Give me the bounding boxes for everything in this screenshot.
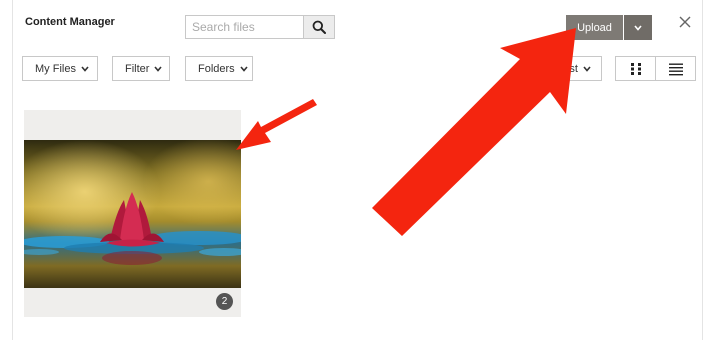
chevron-down-icon xyxy=(154,65,163,72)
sort-label: rst xyxy=(565,62,578,75)
upload-button[interactable]: Upload xyxy=(566,15,623,40)
folders-dropdown[interactable]: Folders xyxy=(185,56,253,81)
close-icon xyxy=(679,16,691,28)
search-box xyxy=(185,15,335,39)
file-count-badge: 2 xyxy=(216,293,233,310)
upload-options-button[interactable] xyxy=(624,15,652,40)
chevron-down-icon xyxy=(81,65,89,72)
my-files-dropdown[interactable]: My Files xyxy=(22,56,98,81)
search-icon xyxy=(312,20,326,34)
file-card[interactable]: 2 xyxy=(24,110,241,317)
my-files-label: My Files xyxy=(35,62,76,75)
chevron-down-icon xyxy=(240,65,248,72)
filter-label: Filter xyxy=(125,62,150,75)
upload-split-button: Upload xyxy=(566,15,652,40)
search-button[interactable] xyxy=(303,16,334,38)
grid-view-button[interactable] xyxy=(616,57,655,80)
water-lily-thumbnail xyxy=(24,140,241,288)
close-button[interactable] xyxy=(677,14,693,30)
chevron-down-icon xyxy=(634,24,642,31)
dialog-title: Content Manager xyxy=(25,16,115,28)
search-input[interactable] xyxy=(186,16,303,38)
list-view-button[interactable] xyxy=(655,57,695,80)
sort-dropdown[interactable]: rst xyxy=(545,56,602,81)
grid-view-icon xyxy=(630,62,641,75)
folders-label: Folders xyxy=(198,62,235,75)
list-view-icon xyxy=(668,63,683,75)
view-toggle xyxy=(615,56,696,81)
filter-dropdown[interactable]: Filter xyxy=(112,56,170,81)
chevron-down-icon xyxy=(583,65,591,72)
